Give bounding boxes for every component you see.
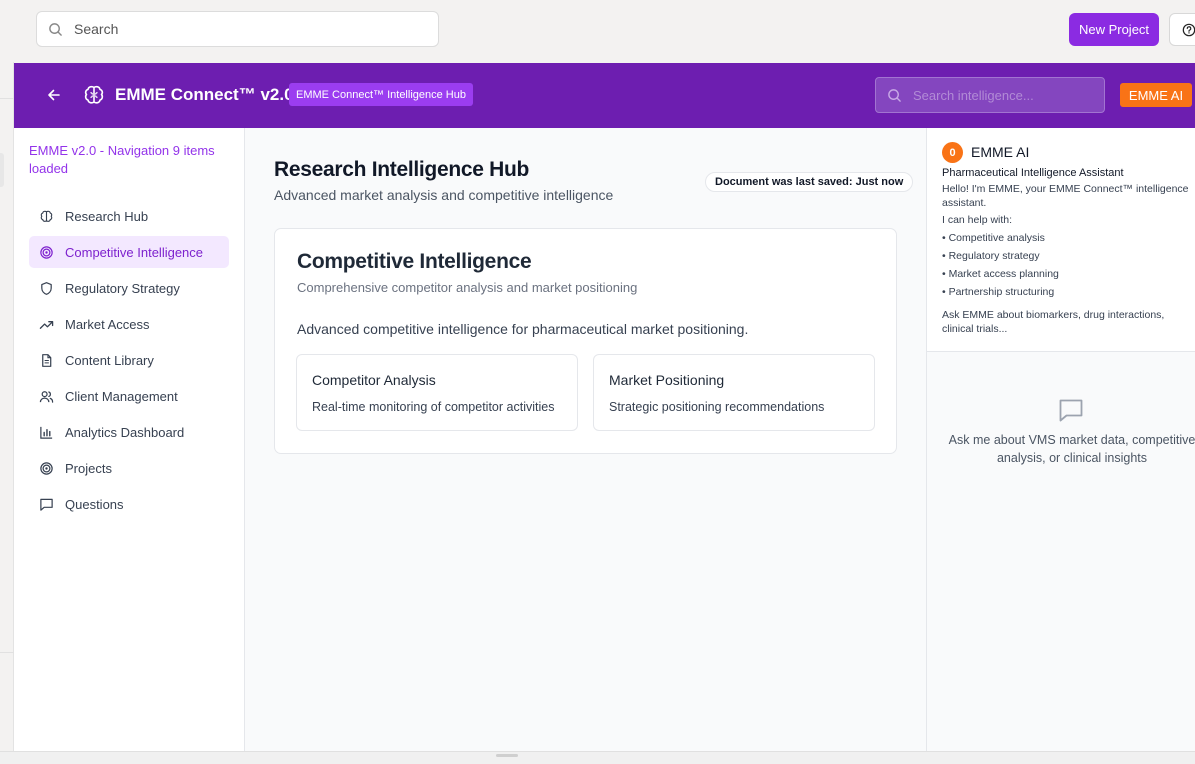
capability-list: • Competitive analysis • Regulatory stra… (942, 232, 1059, 304)
intelligence-search-box[interactable] (875, 77, 1105, 113)
main-content: Research Intelligence Hub Advanced marke… (245, 128, 926, 751)
list-item: • Competitive analysis (942, 232, 1045, 244)
shield-icon (41, 281, 52, 295)
card-subtitle: Comprehensive competitor analysis and ma… (297, 280, 638, 295)
competitor-analysis-card[interactable]: Competitor Analysis Real-time monitoring… (296, 354, 578, 431)
list-item: • Market access planning (942, 268, 1059, 280)
intelligence-search-input[interactable] (913, 87, 1093, 103)
list-item: • Regulatory strategy (942, 250, 1040, 262)
list-item: • Partnership structuring (942, 286, 1055, 298)
divider (0, 98, 14, 99)
search-icon (49, 22, 62, 36)
help-circle-icon (1182, 23, 1195, 36)
sidebar-item-analytics-dashboard[interactable]: Analytics Dashboard (29, 416, 229, 448)
sidebar-item-client-management[interactable]: Client Management (29, 380, 229, 412)
sidebar-item-label: Research Hub (65, 208, 149, 224)
brain-icon (84, 85, 104, 104)
assistant-empty-text: Ask me about VMS market data, competitiv… (948, 433, 1195, 465)
hub-badge: EMME Connect™ Intelligence Hub (289, 83, 473, 106)
message-square-icon (40, 498, 53, 511)
bar-chart-icon (40, 426, 53, 439)
sidebar-item-label: Questions (65, 496, 124, 512)
app-header: EMME Connect™ v2.0 EMME Connect™ Intelli… (14, 63, 1195, 128)
save-status-badge: Document was last saved: Just now (705, 172, 914, 192)
outer-search-box[interactable] (36, 11, 439, 47)
sidebar-item-label: Competitive Intelligence (65, 244, 204, 260)
assistant-name: EMME AI (971, 144, 1030, 160)
target-icon (40, 461, 53, 475)
sidebar-item-questions[interactable]: Questions (29, 488, 229, 520)
chat-bubble-icon (1059, 399, 1083, 422)
sidebar-item-label: Market Access (65, 316, 150, 332)
sidebar-item-market-access[interactable]: Market Access (29, 308, 229, 340)
outer-topbar: New Project (0, 0, 1195, 62)
trending-up-icon (39, 320, 54, 329)
sidebar-item-label: Regulatory Strategy (65, 280, 180, 296)
target-icon (40, 245, 53, 259)
outer-search-input[interactable] (74, 21, 414, 37)
page-subtitle: Advanced market analysis and competitive… (274, 187, 614, 203)
brain-icon (40, 210, 53, 222)
document-icon (42, 353, 52, 367)
page-title: Research Intelligence Hub (274, 158, 530, 181)
sidebar-item-content-library[interactable]: Content Library (29, 344, 229, 376)
sidebar-item-label: Client Management (65, 388, 178, 404)
assistant-panel: 0 EMME AI Pharmaceutical Intelligence As… (926, 128, 1195, 751)
sidebar-item-research-hub[interactable]: Research Hub (29, 200, 229, 232)
search-icon (888, 88, 901, 102)
nav-list: Research Hub Competitive Intelligence Re… (29, 200, 229, 524)
side-handle[interactable] (0, 153, 4, 187)
new-project-button[interactable]: New Project (1069, 13, 1159, 46)
users-icon (39, 390, 54, 403)
bottom-resize-strip (0, 751, 1195, 764)
sidebar-item-label: Analytics Dashboard (65, 424, 185, 440)
sidebar-item-label: Content Library (65, 352, 154, 368)
emme-ai-button[interactable]: EMME AI (1120, 83, 1192, 107)
subcard-description: Real-time monitoring of competitor activ… (312, 400, 555, 414)
app-window: EMME Connect™ v2.0 EMME Connect™ Intelli… (14, 63, 1195, 751)
subcard-title: Competitor Analysis (312, 372, 436, 388)
sidebar: EMME v2.0 - Navigation 9 items loaded Re… (14, 128, 245, 751)
assistant-can-help: I can help with: (942, 214, 1013, 226)
market-positioning-card[interactable]: Market Positioning Strategic positioning… (593, 354, 875, 431)
help-button[interactable] (1169, 13, 1195, 46)
card-title: Competitive Intelligence (297, 250, 532, 273)
assistant-greeting: Hello! I'm EMME, your EMME Connect™ inte… (942, 183, 1189, 209)
subcard-title: Market Positioning (609, 372, 725, 388)
nav-status-text: EMME v2.0 - Navigation 9 items loaded (29, 143, 215, 176)
subcard-description: Strategic positioning recommendations (609, 400, 825, 414)
assistant-ask-prompt: Ask EMME about biomarkers, drug interact… (942, 309, 1165, 335)
competitive-intelligence-card: Competitive Intelligence Comprehensive c… (274, 228, 897, 454)
sidebar-item-projects[interactable]: Projects (29, 452, 229, 484)
sidebar-item-competitive-intelligence[interactable]: Competitive Intelligence (29, 236, 229, 268)
assistant-role: Pharmaceutical Intelligence Assistant (942, 167, 1124, 179)
assistant-count-badge: 0 (942, 142, 963, 163)
resize-grip[interactable] (496, 754, 518, 757)
divider (0, 652, 14, 653)
back-arrow-icon[interactable] (44, 85, 64, 105)
assistant-intro: 0 EMME AI Pharmaceutical Intelligence As… (927, 128, 1195, 352)
app-title: EMME Connect™ v2.0 (115, 85, 294, 104)
card-description: Advanced competitive intelligence for ph… (297, 321, 749, 337)
sidebar-item-label: Projects (65, 460, 112, 476)
outer-left-strip (0, 0, 14, 764)
sidebar-item-regulatory-strategy[interactable]: Regulatory Strategy (29, 272, 229, 304)
